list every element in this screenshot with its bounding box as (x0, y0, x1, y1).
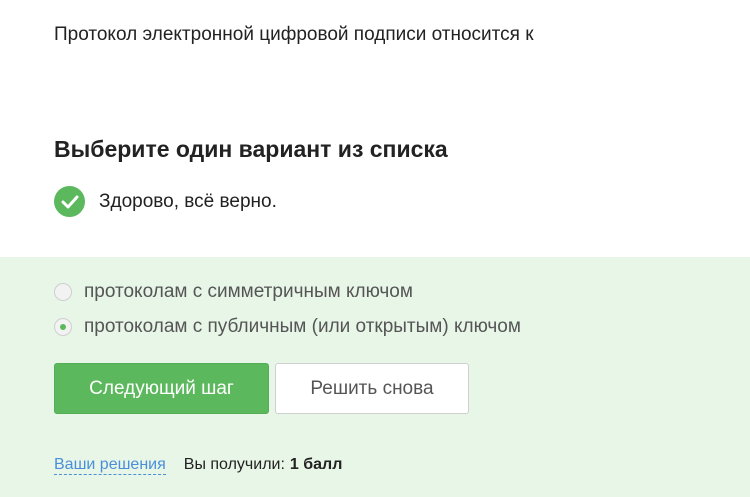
option-label: протоколам с симметричным ключом (84, 281, 413, 302)
task-title: Выберите один вариант из списка (54, 136, 448, 162)
your-solutions-link[interactable]: Ваши решения (54, 456, 166, 475)
retry-button[interactable]: Решить снова (275, 363, 469, 414)
radio-button[interactable] (54, 283, 72, 301)
question-text: Протокол электронной цифровой подписи от… (54, 24, 534, 45)
score-value: 1 балл (289, 456, 343, 473)
option-public-key[interactable]: протоколам с публичным (или открытым) кл… (54, 316, 521, 338)
feedback-message: Здорово, всё верно. (54, 186, 277, 217)
submission-footer: Ваши решения Вы получили: 1 балл (54, 456, 342, 475)
feedback-text: Здорово, всё верно. (99, 190, 277, 212)
score-label: Вы получили: (183, 456, 285, 473)
next-step-button[interactable]: Следующий шаг (54, 363, 269, 414)
option-symmetric-key[interactable]: протоколам с симметричным ключом (54, 281, 413, 303)
option-label: протоколам с публичным (или открытым) кл… (84, 316, 521, 337)
checkmark-icon (54, 186, 85, 217)
radio-button-selected[interactable] (54, 318, 72, 336)
